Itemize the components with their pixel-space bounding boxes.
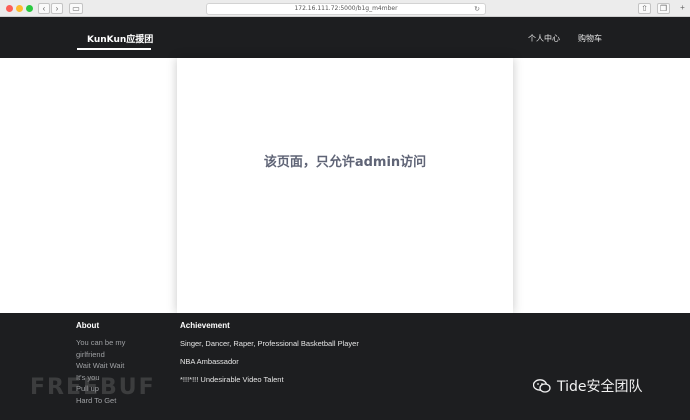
close-window-button[interactable] <box>6 5 13 12</box>
about-heading: About <box>76 321 100 330</box>
zoom-window-button[interactable] <box>26 5 33 12</box>
reload-icon[interactable]: ↻ <box>474 4 480 14</box>
access-denied-message: 该页面，只允许admin访问 <box>263 155 427 170</box>
tabs-icon: ❐ <box>659 4 668 13</box>
share-icon: ⇧ <box>641 4 648 13</box>
tabs-button[interactable]: ❐ <box>657 3 670 14</box>
sidebar-button[interactable]: ▭ <box>69 3 83 14</box>
browser-toolbar: ‹ › ▭ 172.16.111.72:5000/b1g_m4mber ↻ ⇧ … <box>0 0 690 17</box>
site-footer: About You can be my girlfriend Wait Wait… <box>0 313 690 420</box>
plus-icon: + <box>680 3 685 12</box>
url-text: 172.16.111.72:5000/b1g_m4mber <box>294 5 398 12</box>
active-underline <box>77 48 151 50</box>
new-tab-button[interactable]: + <box>677 3 688 14</box>
message-card: 该页面，只允许admin访问 <box>177 58 513 313</box>
main-content: 该页面，只允许admin访问 <box>0 58 690 313</box>
achievement-item: Singer, Dancer, Raper, Professional Bask… <box>180 339 359 348</box>
about-link[interactable]: You can be my girlfriend <box>76 337 156 360</box>
freebuf-watermark: FREEBUF <box>30 375 156 400</box>
achievement-heading: Achievement <box>180 321 230 330</box>
back-button[interactable]: ‹ <box>38 3 50 14</box>
brand-link[interactable]: KunKun应援团 <box>87 32 153 45</box>
nav-personal-center[interactable]: 个人中心 <box>528 33 560 44</box>
tide-watermark-text: Tide安全团队 <box>557 379 643 395</box>
forward-button[interactable]: › <box>51 3 63 14</box>
share-button[interactable]: ⇧ <box>638 3 651 14</box>
about-link[interactable]: Wait Wait Wait <box>76 360 156 372</box>
address-bar[interactable]: 172.16.111.72:5000/b1g_m4mber ↻ <box>206 3 486 15</box>
chevron-left-icon: ‹ <box>42 4 46 13</box>
chevron-right-icon: › <box>55 4 59 13</box>
sidebar-icon: ▭ <box>72 4 80 13</box>
site-header: KunKun应援团 个人中心 购物车 <box>0 17 690 58</box>
wechat-icon <box>533 379 551 393</box>
nav-shopping-cart[interactable]: 购物车 <box>578 33 602 44</box>
minimize-window-button[interactable] <box>16 5 23 12</box>
achievement-item: *!!!*!!! Undesirable Video Talent <box>180 375 284 384</box>
achievement-item: NBA Ambassador <box>180 357 239 366</box>
tide-watermark: Tide安全团队 <box>533 376 643 396</box>
